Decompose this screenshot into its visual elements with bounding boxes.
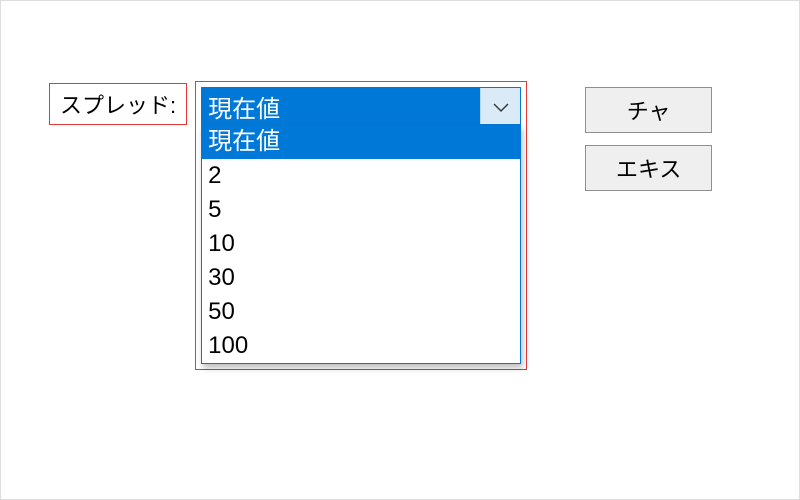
spread-combo-highlight: 現在値 現在値 2 5 10 30 50 100 [195,81,527,370]
chart-button[interactable]: チャ [585,87,712,133]
spread-option[interactable]: 2 [202,159,520,193]
spread-option[interactable]: 現在値 [202,125,520,159]
spread-dropdown[interactable]: 現在値 [201,87,521,125]
spread-dropdown-button[interactable] [480,88,520,124]
chevron-down-icon [493,93,509,119]
expert-button[interactable]: エキス [585,145,712,191]
spread-option[interactable]: 5 [202,193,520,227]
spread-dropdown-list: 現在値 2 5 10 30 50 100 [201,125,521,364]
spread-option[interactable]: 10 [202,227,520,261]
spread-option[interactable]: 100 [202,329,520,363]
spread-label: スプレッド: [49,83,187,125]
spread-option[interactable]: 50 [202,295,520,329]
spread-option[interactable]: 30 [202,261,520,295]
spread-dropdown-value: 現在値 [202,88,480,124]
